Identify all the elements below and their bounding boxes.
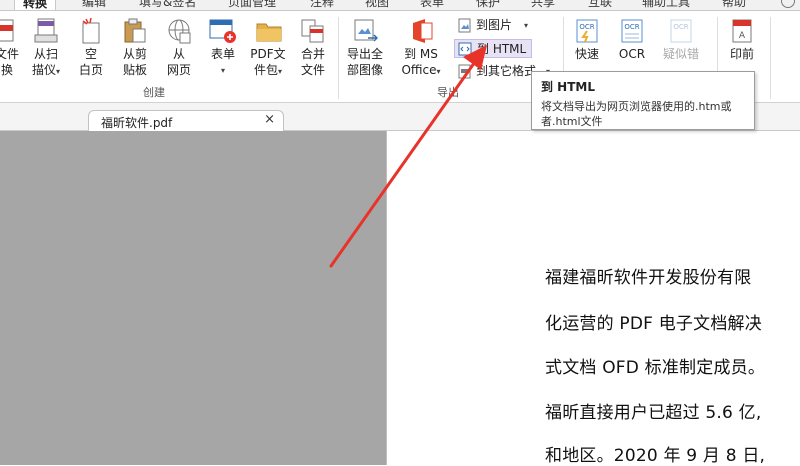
form-label: 表单: [210, 47, 235, 61]
tooltip-title: 到 HTML: [541, 80, 595, 94]
chevron-down-icon: ▾: [436, 67, 441, 76]
from-scanner-label-2: 描仪: [31, 63, 56, 77]
svg-text:OCR: OCR: [624, 23, 639, 31]
other-formats-icon: [458, 64, 471, 79]
quick-ocr-label: 快速: [574, 47, 599, 61]
from-web-label-2: 网页: [166, 63, 191, 77]
suspect-ocr-icon: OCR: [670, 19, 692, 43]
scanner-icon: [34, 18, 58, 43]
document-text-line: 福昕直接用户已超过 5.6 亿,: [545, 403, 762, 423]
to-ms-office-label-1: 到 MS: [404, 47, 438, 61]
document-tab[interactable]: 福昕软件.pdf ×: [88, 110, 284, 132]
document-text-line: 福建福昕软件开发股份有限: [545, 268, 752, 288]
to-image-label: 到图片: [476, 18, 513, 32]
folder-icon: [256, 23, 282, 42]
tab-help[interactable]: 帮助: [722, 0, 746, 10]
merge-files-icon: [301, 19, 324, 43]
tab-protect[interactable]: 保护: [476, 0, 500, 10]
ms-office-icon: [413, 19, 433, 43]
from-file-button[interactable]: 文件 换: [0, 17, 22, 83]
from-scanner-button[interactable]: 从扫 描仪▾: [28, 17, 64, 83]
from-web-label-1: 从: [172, 47, 185, 61]
create-group-label: 创建: [143, 86, 165, 99]
ocr-label: OCR: [618, 47, 646, 61]
to-html-button[interactable]: 到 HTML: [454, 39, 532, 58]
export-group-label: 导出: [437, 86, 459, 99]
document-text-line: 式文档 OFD 标准制定成员。: [545, 358, 766, 378]
from-web-button[interactable]: 从 网页: [161, 17, 197, 83]
html-file-icon: [458, 42, 472, 56]
from-scanner-label-1: 从扫: [33, 47, 58, 61]
blank-page-label-2: 白页: [78, 63, 103, 77]
blank-page-label-1: 空: [84, 47, 97, 61]
tab-share[interactable]: 共享: [531, 0, 555, 10]
document-text-line: 和地区。2020 年 9 月 8 日,: [545, 446, 766, 466]
chevron-down-icon: ▾: [524, 21, 529, 30]
to-html-tooltip: 到 HTML 将文档导出为网页浏览器使用的.htm或者.html文件: [531, 71, 755, 130]
close-icon[interactable]: ×: [264, 112, 275, 127]
ocr-icon: OCR: [621, 19, 643, 43]
from-file-label-2: 换: [0, 63, 13, 77]
preflight-icon: A: [732, 19, 752, 43]
chevron-down-icon: ▾: [56, 67, 61, 76]
pdf-portfolio-label-1: PDF文: [250, 47, 286, 61]
document-tab-title: 福昕软件.pdf: [101, 116, 173, 130]
tab-form[interactable]: 表单: [420, 0, 444, 10]
file-convert-icon: [0, 19, 14, 42]
to-image-button[interactable]: 到图片 ▾: [456, 16, 536, 35]
blank-page-icon: [82, 18, 100, 44]
from-file-label-1: 文件: [0, 47, 19, 61]
tab-view[interactable]: 视图: [365, 0, 389, 10]
export-all-images-label-2: 部图像: [346, 63, 383, 77]
form-button[interactable]: 表单 ▾: [205, 17, 241, 83]
tab-comment[interactable]: 注释: [310, 0, 334, 10]
svg-text:OCR: OCR: [579, 23, 594, 31]
export-all-images-button[interactable]: 导出全 部图像: [343, 17, 387, 83]
export-images-icon: [354, 19, 378, 42]
preflight-label: 印前: [729, 47, 754, 61]
merge-files-label-1: 合并: [300, 47, 325, 61]
pdf-portfolio-button[interactable]: PDF文 件包▾: [248, 17, 288, 83]
tab-convert[interactable]: 转换: [14, 0, 57, 10]
clipboard-icon: [124, 18, 146, 43]
tab-edit[interactable]: 编辑: [82, 0, 106, 10]
from-clipboard-label-1: 从剪: [122, 47, 147, 61]
chevron-down-icon: ▾: [278, 67, 283, 76]
light-bulb-icon[interactable]: [781, 0, 795, 8]
to-other-formats-label: 到其它格式: [476, 64, 537, 78]
pdf-portfolio-label-2: 件包: [253, 63, 278, 77]
tab-fill-sign[interactable]: 填写&签名: [139, 0, 196, 10]
svg-text:A: A: [739, 31, 746, 41]
blank-page-button[interactable]: 空 白页: [74, 17, 108, 83]
svg-text:OCR: OCR: [673, 23, 688, 31]
merge-files-label-2: 文件: [300, 63, 325, 77]
to-html-label: 到 HTML: [477, 42, 527, 56]
tab-accessibility[interactable]: 辅助工具: [642, 0, 690, 10]
workspace-background: [0, 131, 386, 465]
tab-page-management[interactable]: 页面管理: [228, 0, 276, 10]
quick-ocr-icon: OCR: [576, 19, 598, 43]
group-separator: [338, 17, 339, 99]
ribbon-tab-bar: 转换 编辑 填写&签名 页面管理 注释 视图 表单 保护 共享 互联 辅助工具 …: [0, 0, 800, 11]
from-clipboard-button[interactable]: 从剪 贴板: [117, 17, 153, 83]
chevron-down-icon: ▾: [220, 66, 225, 75]
from-clipboard-label-2: 贴板: [122, 63, 147, 77]
to-ms-office-button[interactable]: 到 MS Office▾: [397, 17, 445, 83]
tab-connect[interactable]: 互联: [588, 0, 612, 10]
merge-files-button[interactable]: 合并 文件: [295, 17, 331, 83]
suspect-errors-label: 疑似错: [662, 47, 699, 61]
document-text-line: 化运营的 PDF 电子文档解决: [545, 314, 762, 334]
to-ms-office-label-2: Office: [401, 63, 437, 77]
group-separator: [770, 17, 771, 99]
tooltip-body: 将文档导出为网页浏览器使用的.htm或者.html文件: [541, 100, 732, 128]
globe-icon: [168, 19, 191, 44]
form-icon: [209, 19, 236, 43]
export-all-images-label-1: 导出全: [346, 47, 383, 61]
image-file-icon: [458, 18, 471, 33]
